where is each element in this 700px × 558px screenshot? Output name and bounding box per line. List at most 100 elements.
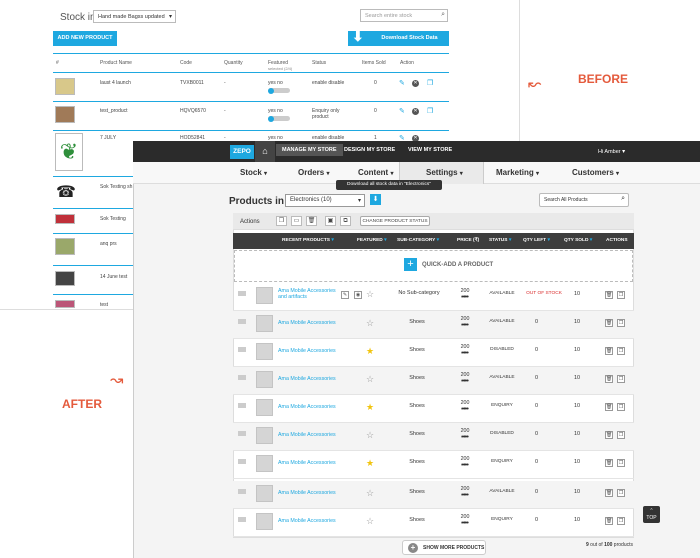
search-icon[interactable]: ⌕ [441,11,445,19]
stock-search-input[interactable]: Search entire stock ⌕ [360,9,448,22]
menu-marketing[interactable]: Marketing ▾ [496,168,539,177]
featured-star-icon[interactable]: ★ [366,346,374,357]
row-select-checkbox[interactable] [238,489,246,494]
copy-icon[interactable]: ❐ [427,79,433,87]
menu-content[interactable]: Content ▾ [358,168,393,177]
col-price[interactable]: PRICE (₹) [457,238,479,243]
add-new-product-button[interactable]: ADD NEW PRODUCT [53,31,117,46]
delete-icon[interactable]: 🗑 [605,459,613,467]
tag-icon[interactable]: ⧉ [340,216,351,226]
scroll-top-button[interactable]: ⌃ TOP [643,506,660,523]
product-name-link[interactable]: Ama Mobile Accessories [278,518,336,524]
col-sub-category[interactable]: SUB-CATEGORY ▾ [397,238,439,243]
copy-icon[interactable]: ❐ [617,375,625,383]
product-name[interactable]: laust 4 launch [100,80,131,86]
featured-options[interactable]: yes no [268,80,283,86]
delete-icon[interactable]: 🗑 [605,291,613,299]
row-select-checkbox[interactable] [238,459,246,464]
featured-star-icon[interactable]: ★ [366,402,374,413]
category-select[interactable]: Electronics (10) ▾ [285,194,365,207]
featured-star-icon[interactable]: ☆ [366,289,374,300]
row-select-checkbox[interactable] [238,375,246,380]
featured-star-icon[interactable]: ☆ [366,318,374,329]
delete-icon[interactable]: 🗑 [605,319,613,327]
edit-icon[interactable]: ✎ [341,291,349,299]
delete-icon[interactable]: 🗑 [605,375,613,383]
delete-icon[interactable]: 🗑 [605,403,613,411]
col-status[interactable]: STATUS ▾ [489,238,511,243]
home-icon[interactable]: ⌂ [255,141,275,162]
copy-icon[interactable]: ❐ [617,517,625,525]
col-qty-left[interactable]: QTY LEFT ▾ [523,238,550,243]
cube-icon[interactable]: ▣ [325,216,336,226]
delete-icon[interactable]: 🗑 [605,347,613,355]
delete-icon[interactable]: 🗑 [605,517,613,525]
product-name-link[interactable]: Ama Mobile Accessories [278,460,336,466]
trash-icon[interactable]: 🗑 [306,216,317,226]
featured-star-icon[interactable]: ★ [366,458,374,469]
product-name[interactable]: test_product [100,108,128,114]
edit-icon[interactable]: ✎ [399,79,405,87]
delete-icon[interactable]: 🗑 [605,489,613,497]
copy-icon[interactable]: ❐ [617,291,625,299]
featured-star-icon[interactable]: ☆ [366,430,374,441]
featured-star-icon[interactable]: ☆ [366,374,374,385]
eye-icon[interactable]: ◉ [354,291,362,299]
delete-icon[interactable]: ✕ [412,80,419,87]
product-name[interactable]: anq prs [100,241,117,247]
product-name[interactable]: 7 JULY [100,135,116,141]
copy-icon[interactable]: ❐ [276,216,287,226]
product-name-link[interactable]: Ama Mobile Accessories [278,404,336,410]
nav-manage-store[interactable]: MANAGE MY STORE [276,144,343,156]
delete-icon[interactable]: ✕ [412,108,419,115]
row-select-checkbox[interactable] [238,517,246,522]
copy-icon[interactable]: ❐ [617,459,625,467]
delete-icon[interactable]: 🗑 [605,431,613,439]
product-name-link[interactable]: Ama Mobile Accessories [278,490,336,496]
nav-view-store[interactable]: VIEW MY STORE [408,147,452,153]
featured-toggle[interactable] [268,116,290,121]
row-select-checkbox[interactable] [238,319,246,324]
product-name-link[interactable]: Ama Mobile Accessories [278,348,336,354]
featured-toggle[interactable] [268,88,290,93]
product-name-link[interactable]: Ama Mobile Accessories [278,432,336,438]
download-stock-data-button[interactable]: ⬇ Download Stock Data [348,29,449,46]
col-featured[interactable]: FEATURED ▾ [357,238,387,243]
row-select-checkbox[interactable] [238,291,246,296]
copy-icon[interactable]: ❐ [617,347,625,355]
status-options[interactable]: enable disable [312,80,344,86]
user-menu[interactable]: Hi Amber ▾ [598,148,625,155]
plus-icon[interactable]: + [404,258,417,271]
quick-add-label[interactable]: QUICK-ADD A PRODUCT [422,262,493,268]
product-name-link[interactable]: Ama Mobile Accessories and artifacts [278,288,340,300]
store-select[interactable]: Hand made Bagss updated [93,10,176,23]
status-options[interactable]: Enquiry only product [312,108,354,120]
download-icon[interactable]: ⬇ [370,194,381,205]
copy-icon[interactable]: ❐ [617,403,625,411]
product-name[interactable]: 14 June test [100,274,127,280]
copy-icon[interactable]: ❐ [617,319,625,327]
zepo-logo[interactable]: ZEPO [230,145,254,159]
copy-icon[interactable]: ❐ [617,431,625,439]
product-name-link[interactable]: Ama Mobile Accessories [278,320,336,326]
product-name[interactable]: Sok Testing sh [100,184,132,190]
search-products-input[interactable]: Search All Products ⌕ [539,193,629,207]
featured-star-icon[interactable]: ☆ [366,516,374,527]
row-select-checkbox[interactable] [238,431,246,436]
change-product-status-button[interactable]: CHANGE PRODUCT STATUS [360,216,430,226]
product-name-link[interactable]: Ama Mobile Accessories [278,376,336,382]
menu-customers[interactable]: Customers ▾ [572,168,619,177]
search-icon[interactable]: ⌕ [621,195,625,203]
col-recent-products[interactable]: RECENT PRODUCTS ▾ [282,238,334,243]
row-select-checkbox[interactable] [238,347,246,352]
menu-stock[interactable]: Stock ▾ [240,168,267,177]
featured-star-icon[interactable]: ☆ [366,488,374,499]
product-name[interactable]: test [100,302,108,308]
row-select-checkbox[interactable] [238,403,246,408]
show-more-products-button[interactable]: + SHOW MORE PRODUCTS [402,540,486,555]
folder-icon[interactable]: ▭ [291,216,302,226]
edit-icon[interactable]: ✎ [399,107,405,115]
col-qty-sold[interactable]: QTY SOLD ▾ [564,238,592,243]
menu-orders[interactable]: Orders ▾ [298,168,329,177]
menu-settings[interactable]: Settings ▾ [426,168,463,177]
